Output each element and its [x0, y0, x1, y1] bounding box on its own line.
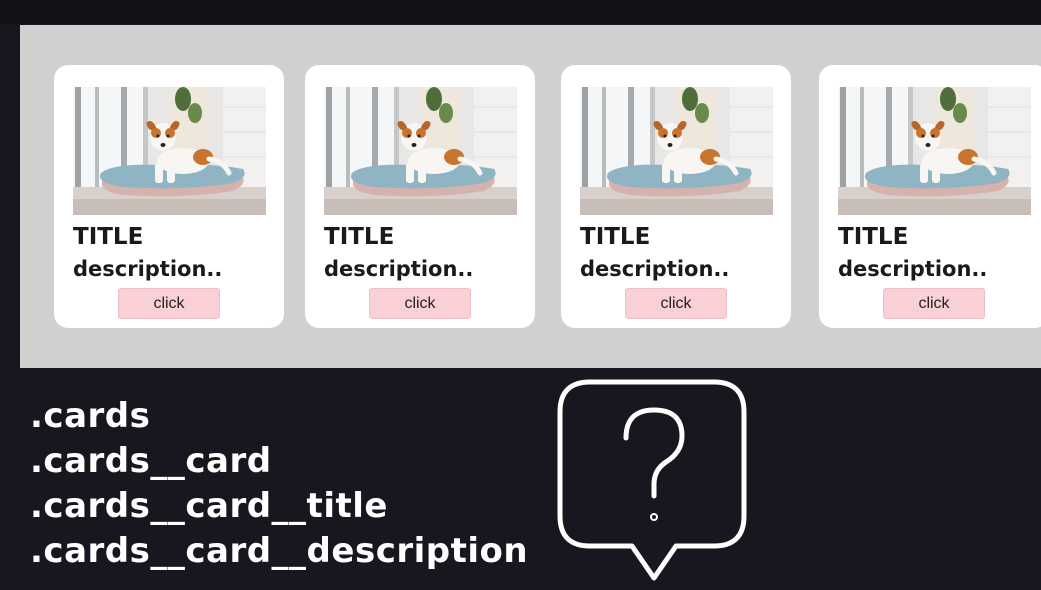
card-title: TITLE [324, 224, 395, 250]
card: TITLE description.. click [561, 65, 791, 328]
class-name-cards: .cards [30, 396, 151, 436]
class-name-card-title: .cards__card__title [30, 486, 388, 526]
card-description: description.. [580, 257, 730, 281]
card: TITLE description.. click [819, 65, 1041, 328]
card-title: TITLE [73, 224, 144, 250]
card-description: description.. [73, 257, 223, 281]
click-button[interactable]: click [118, 288, 220, 319]
click-button[interactable]: click [625, 288, 727, 319]
card: TITLE description.. click [305, 65, 535, 328]
dog-photo [324, 87, 517, 215]
question-speech-bubble-icon [556, 376, 752, 586]
card-title: TITLE [838, 224, 909, 250]
card-description: description.. [838, 257, 988, 281]
click-button[interactable]: click [883, 288, 985, 319]
card-title: TITLE [580, 224, 651, 250]
class-name-card: .cards__card [30, 441, 272, 481]
bem-class-list: .cards .cards__card .cards__card__title … [30, 394, 528, 574]
preview-panel: TITLE description.. click TITLE descript… [20, 25, 1041, 368]
top-bar [0, 0, 1041, 24]
card: TITLE description.. click [54, 65, 284, 328]
click-button[interactable]: click [369, 288, 471, 319]
class-name-card-description: .cards__card__description [30, 531, 529, 571]
card-description: description.. [324, 257, 474, 281]
dog-photo [580, 87, 773, 215]
dog-photo [838, 87, 1031, 215]
dog-photo [73, 87, 266, 215]
